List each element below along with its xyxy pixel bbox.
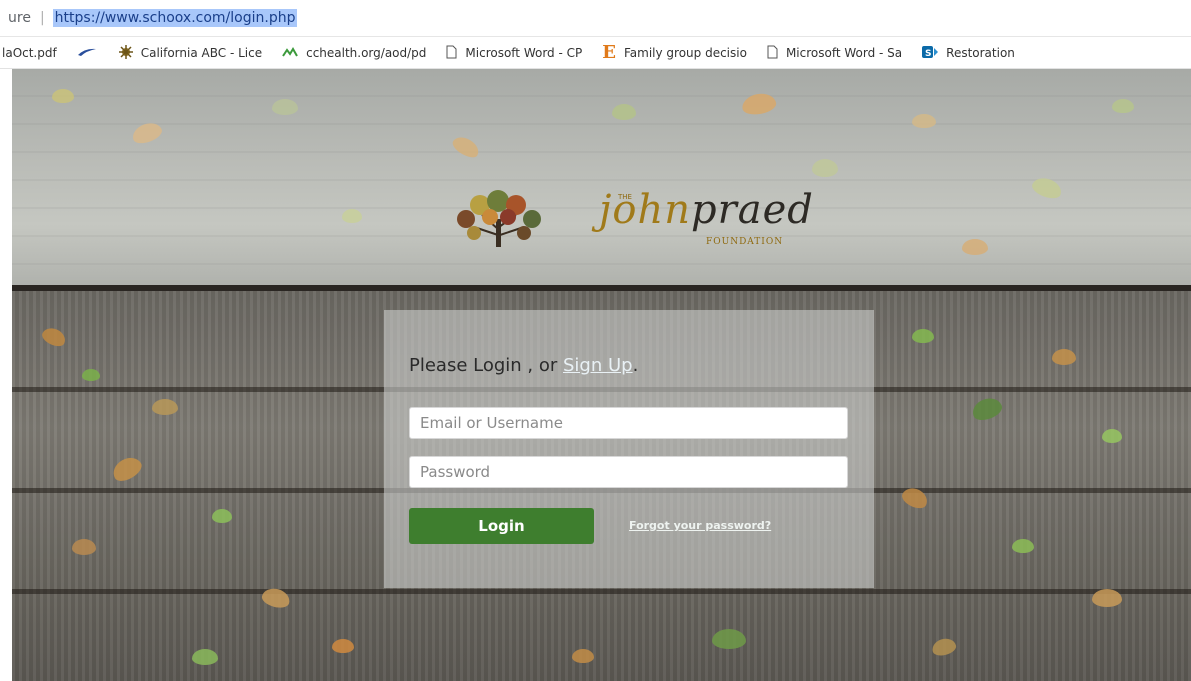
forgot-password-link[interactable]: Forgot your password? [629, 519, 771, 532]
bookmark-label: California ABC - Lice [140, 45, 263, 60]
login-heading-text: Please Login , or [409, 355, 563, 376]
bookmark-item[interactable]: cchealth.org/aod/pd [282, 46, 426, 60]
login-button[interactable]: Login [409, 508, 594, 544]
address-separator: | [39, 10, 45, 26]
bookmarks-bar: laOct.pdf California ABC - Lice cchealth… [0, 37, 1191, 69]
bookmark-label: Microsoft Word - Sa [785, 45, 903, 60]
bookmark-label: cchealth.org/aod/pd [306, 45, 427, 60]
e-letter-icon: E [602, 41, 616, 63]
svg-text:S: S [925, 49, 931, 59]
bookmark-label: Microsoft Word - CP [465, 45, 583, 60]
logo-subtitle: FOUNDATION [706, 237, 784, 247]
green-wave-icon [282, 46, 298, 60]
signup-link[interactable]: Sign Up [563, 355, 633, 376]
address-bar[interactable]: ure | https://www.schoox.com/login.php [0, 0, 1191, 37]
logo-script-light: john [599, 187, 692, 233]
page-icon [767, 45, 778, 61]
login-page: THE johnpraed FOUNDATION Please Login , … [12, 69, 1191, 681]
bookmark-item[interactable]: California ABC - Lice [118, 44, 263, 61]
sun-seal-icon [118, 44, 133, 61]
foundation-logo: THE johnpraed FOUNDATION [444, 179, 824, 259]
bookmark-item[interactable]: laOct.pdf [2, 46, 57, 60]
bookmark-label: laOct.pdf [2, 45, 57, 60]
security-label: ure [8, 10, 31, 26]
bookmark-item[interactable]: Microsoft Word - Sa [767, 45, 902, 61]
sharepoint-icon: S [922, 45, 939, 61]
bookmark-item[interactable]: Microsoft Word - CP [446, 45, 582, 61]
bookmark-item[interactable]: S Restoration [922, 45, 1015, 61]
login-heading: Please Login , or Sign Up. [409, 355, 638, 376]
bookmark-label: Family group decisio [623, 45, 747, 60]
url-text[interactable]: https://www.schoox.com/login.php [52, 9, 298, 27]
login-card: Please Login , or Sign Up. Login Forgot … [384, 310, 874, 588]
bookmark-label: Restoration [946, 45, 1015, 60]
bookmark-item[interactable]: E Family group decisio [602, 41, 747, 63]
logo-script-dark: praed [691, 187, 814, 233]
page-icon [446, 45, 457, 61]
bookmark-item[interactable] [77, 47, 105, 59]
username-input[interactable] [409, 407, 848, 439]
tree-icon [457, 190, 541, 247]
password-input[interactable] [409, 456, 848, 488]
swoosh-icon [77, 47, 97, 59]
logo-wordmark: johnpraed [599, 187, 814, 233]
login-heading-period: . [632, 355, 639, 376]
